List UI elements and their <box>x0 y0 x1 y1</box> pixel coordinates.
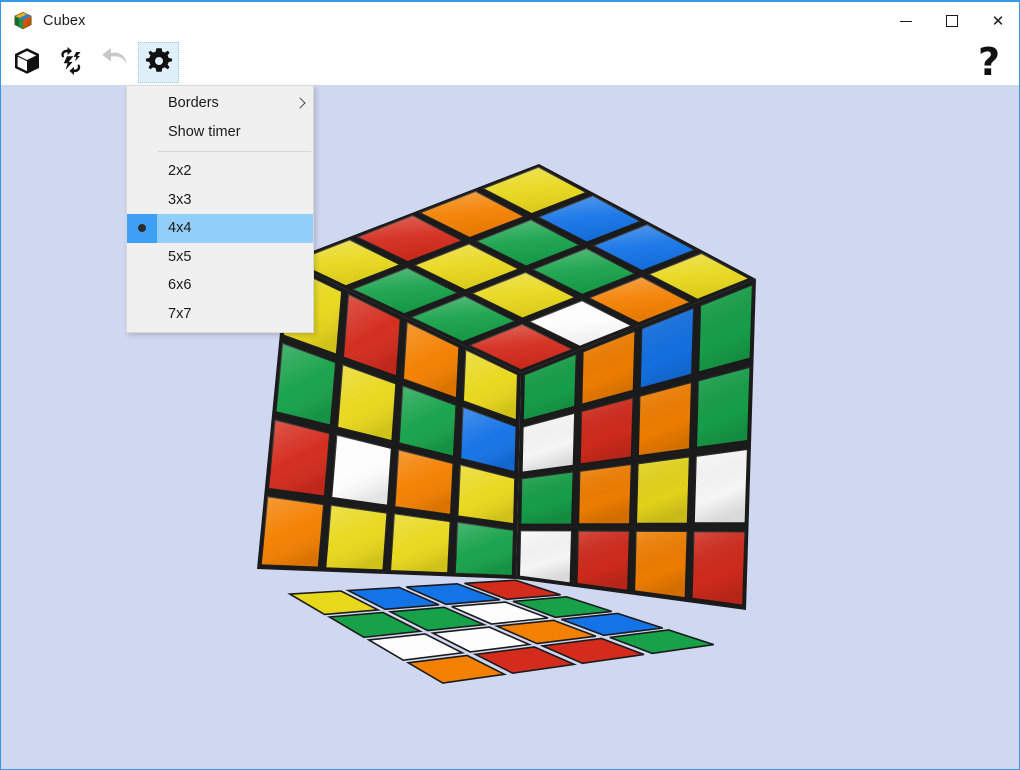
menu-item-label: 6x6 <box>168 277 192 294</box>
minimize-button[interactable] <box>883 2 929 40</box>
menu-item-borders[interactable]: Borders <box>127 89 313 118</box>
menu-check-slot <box>127 186 157 215</box>
cube-sticker-gloss <box>454 521 514 577</box>
cube-sticker-gloss <box>576 530 630 591</box>
window-title: Cubex <box>43 13 86 29</box>
menu-item-5x5[interactable]: 5x5 <box>127 243 313 272</box>
menu-item-label: Borders <box>168 95 219 112</box>
cube-view-button[interactable] <box>6 42 47 83</box>
help-button[interactable]: ? <box>969 42 1009 83</box>
menu-item-6x6[interactable]: 6x6 <box>127 271 313 300</box>
cube-icon <box>12 46 42 79</box>
menu-item-label: 5x5 <box>168 248 192 265</box>
settings-dropdown-menu[interactable]: Borders Show timer 2x2 3x3 4x4 5x5 6x6 7… <box>126 85 314 333</box>
maximize-button[interactable] <box>929 2 975 40</box>
menu-separator <box>158 151 311 152</box>
cube-sticker-gloss <box>634 530 688 599</box>
title-bar: Cubex ✕ <box>1 2 1019 40</box>
menu-item-label: 4x4 <box>168 220 192 237</box>
cube-sticker-gloss <box>389 513 451 574</box>
menu-item-3x3[interactable]: 3x3 <box>127 186 313 215</box>
window-controls: ✕ <box>883 2 1019 40</box>
title-bar-left: Cubex <box>1 2 883 40</box>
undo-button[interactable] <box>94 42 135 83</box>
menu-item-label: 2x2 <box>168 163 192 180</box>
cube-sticker-gloss <box>518 530 573 584</box>
menu-check-slot <box>127 157 157 186</box>
cube-sticker-gloss <box>578 463 632 525</box>
menu-item-label: Show timer <box>168 123 241 140</box>
cube-sticker-gloss <box>520 471 574 525</box>
settings-button[interactable] <box>138 42 179 83</box>
toolbar: ? <box>1 40 1019 85</box>
scramble-icon <box>56 46 86 79</box>
cube-sticker-gloss <box>691 531 746 606</box>
menu-item-label: 3x3 <box>168 191 192 208</box>
menu-check-slot <box>127 118 157 147</box>
scramble-button[interactable] <box>50 42 91 83</box>
menu-item-4x4[interactable]: 4x4 <box>127 214 313 243</box>
rubiks-cube-icon <box>13 11 33 31</box>
menu-item-2x2[interactable]: 2x2 <box>127 157 313 186</box>
cube-sticker-gloss <box>260 496 325 568</box>
menu-check-slot <box>127 214 157 243</box>
minimize-icon <box>900 20 912 22</box>
menu-check-slot <box>127 243 157 272</box>
undo-arrow-icon <box>100 46 130 79</box>
cube-sticker-gloss <box>693 448 748 524</box>
cube-sticker-gloss <box>635 456 690 524</box>
gear-icon <box>145 47 173 78</box>
cubex-application-window: Cubex ✕ ? Borders Show timer 2x2 3x3 4x4… <box>0 0 1020 770</box>
menu-check-slot <box>127 271 157 300</box>
chevron-right-icon <box>287 97 313 109</box>
close-icon: ✕ <box>991 11 1005 30</box>
menu-item-label: 7x7 <box>168 305 192 322</box>
close-button[interactable]: ✕ <box>975 2 1019 40</box>
menu-check-slot <box>127 89 157 118</box>
cube-sticker-gloss <box>268 419 331 497</box>
maximize-icon <box>946 15 958 27</box>
cube-sticker-gloss <box>325 504 388 571</box>
menu-check-slot <box>127 300 157 329</box>
radio-selected-icon <box>138 224 146 233</box>
menu-item-7x7[interactable]: 7x7 <box>127 300 313 329</box>
question-mark-icon: ? <box>977 40 1001 85</box>
menu-item-show-timer[interactable]: Show timer <box>127 118 313 147</box>
